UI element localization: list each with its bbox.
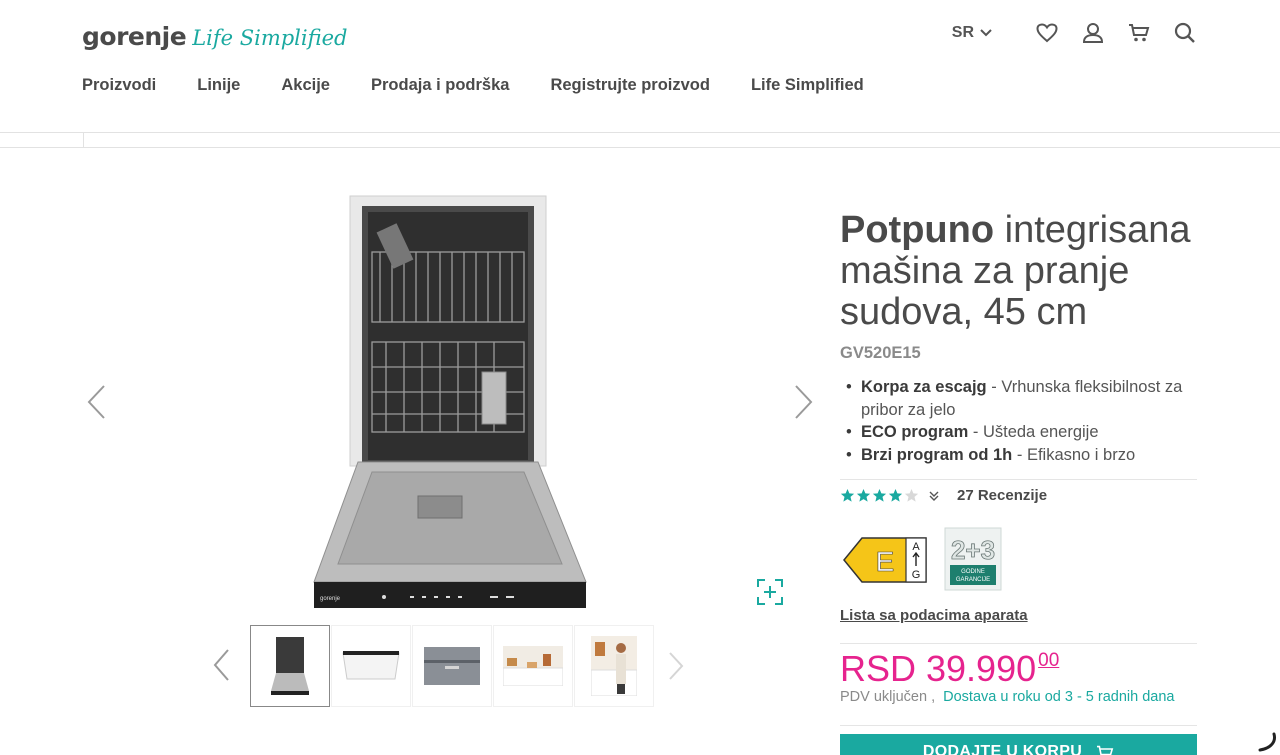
thumbs-next-arrow[interactable]: [668, 651, 684, 681]
star-icon: [872, 488, 887, 502]
cart-icon: [1129, 24, 1150, 42]
delivery-link[interactable]: Dostava u roku od 3 - 5 radnih dana: [943, 689, 1174, 705]
feature-name: Korpa za escajg: [861, 378, 987, 396]
wishlist-button[interactable]: [1034, 20, 1060, 46]
svg-text:gorenje: gorenje: [320, 596, 341, 602]
thumbnail-4[interactable]: [493, 625, 573, 707]
feature-desc: Efikasno i brzo: [1026, 445, 1136, 464]
dishwasher-panel-thumb: [342, 651, 400, 680]
heart-icon: [1036, 23, 1058, 43]
energy-label-badge[interactable]: E A G: [842, 536, 928, 584]
divider: [840, 479, 1197, 480]
feature-item: Brzi program od 1h - Efikasno i brzo: [840, 444, 1200, 467]
divider: [83, 132, 84, 148]
thumbnail-1[interactable]: [250, 625, 330, 707]
energy-scale-top: A: [912, 541, 920, 553]
nav-item-life-simplified[interactable]: Life Simplified: [751, 76, 864, 95]
language-code: SR: [951, 24, 974, 41]
chevron-down-icon: [980, 29, 992, 37]
rating-row: 27 Recenzije: [840, 487, 1047, 504]
dishwasher-open-thumb: [271, 637, 309, 695]
warranty-label-2: GARANCIJE: [956, 577, 990, 583]
thumbnail-2[interactable]: [331, 625, 411, 707]
star-icon: [856, 488, 871, 502]
person-kitchen-thumb: [591, 636, 637, 696]
nav-item-akcije[interactable]: Akcije: [281, 76, 330, 95]
nav-item-prodaja[interactable]: Prodaja i podrška: [371, 76, 509, 95]
energy-class: E: [876, 546, 895, 577]
gallery-prev-arrow[interactable]: [86, 384, 106, 420]
product-title: Potpuno integrisana mašina za pranje sud…: [840, 210, 1200, 333]
thumbs-prev-arrow[interactable]: [212, 648, 230, 682]
feature-list: Korpa za escajg - Vrhunska fleksibilnost…: [840, 376, 1200, 466]
thumbnail-strip: [250, 625, 655, 707]
divider: [0, 147, 1280, 148]
product-main-image[interactable]: gorenje: [300, 192, 600, 612]
header-actions: SR: [952, 20, 1198, 46]
feature-item: Korpa za escajg - Vrhunska fleksibilnost…: [840, 376, 1200, 421]
thumbnail-3[interactable]: [412, 625, 492, 707]
price-amount: RSD 39.990: [840, 648, 1037, 689]
nav-item-linije[interactable]: Linije: [197, 76, 240, 95]
loading-spinner-icon: [1258, 732, 1276, 752]
nav-item-proizvodi[interactable]: Proizvodi: [82, 76, 156, 95]
language-selector[interactable]: SR: [952, 24, 992, 42]
user-icon: [1082, 23, 1104, 43]
cart-button[interactable]: [1126, 20, 1152, 46]
product-sku: GV520E15: [840, 344, 921, 362]
feature-desc: Ušteda energije: [982, 423, 1099, 441]
energy-scale-bottom: G: [912, 569, 921, 581]
star-icon: [904, 488, 919, 502]
feature-item: ECO program - Ušteda energije: [840, 421, 1200, 444]
delivery-info: PDV uključen , Dostava u roku od 3 - 5 r…: [840, 689, 1174, 705]
datasheet-link[interactable]: Lista sa podacima aparata: [840, 607, 1028, 624]
add-to-cart-label: DODAJTE U KORPU: [922, 743, 1083, 755]
thumbnail-5[interactable]: [574, 625, 654, 707]
warranty-label-1: GODINE: [961, 569, 985, 575]
warranty-badge[interactable]: 2+3 GODINE GARANCIJE: [944, 527, 1002, 591]
feature-name: Brzi program od 1h: [861, 445, 1013, 464]
warranty-years: 2+3: [951, 535, 995, 565]
reviews-link[interactable]: 27 Recenzije: [957, 487, 1047, 504]
divider: [0, 132, 1280, 133]
brand-name: gorenje: [82, 22, 187, 51]
star-rating[interactable]: [840, 488, 919, 503]
main-nav: Proizvodi Linije Akcije Prodaja i podršk…: [82, 76, 905, 95]
kitchen-thumb: [503, 646, 563, 686]
divider: [840, 643, 1197, 644]
add-to-cart-button[interactable]: DODAJTE U KORPU: [840, 734, 1197, 755]
search-icon: [1174, 22, 1195, 43]
dishwasher-front-thumb: [424, 647, 480, 685]
cart-icon: [1097, 745, 1114, 755]
divider: [840, 725, 1197, 726]
chevron-double-down-icon[interactable]: [929, 490, 939, 502]
nav-item-registrujte[interactable]: Registrujte proizvod: [550, 76, 710, 95]
star-icon: [840, 488, 855, 502]
vat-note: PDV uključen ,: [840, 689, 936, 705]
star-icon: [888, 488, 903, 502]
account-button[interactable]: [1080, 20, 1106, 46]
price-cents: 00: [1038, 650, 1060, 671]
product-title-bold: Potpuno: [840, 209, 995, 251]
search-button[interactable]: [1172, 20, 1198, 46]
brand-logo[interactable]: gorenje Life Simplified: [82, 22, 348, 54]
gallery-next-arrow[interactable]: [794, 384, 814, 420]
feature-name: ECO program: [861, 423, 969, 441]
product-price: RSD 39.990 00: [840, 649, 1059, 689]
zoom-icon[interactable]: [756, 578, 784, 606]
brand-tagline: Life Simplified: [192, 26, 348, 50]
